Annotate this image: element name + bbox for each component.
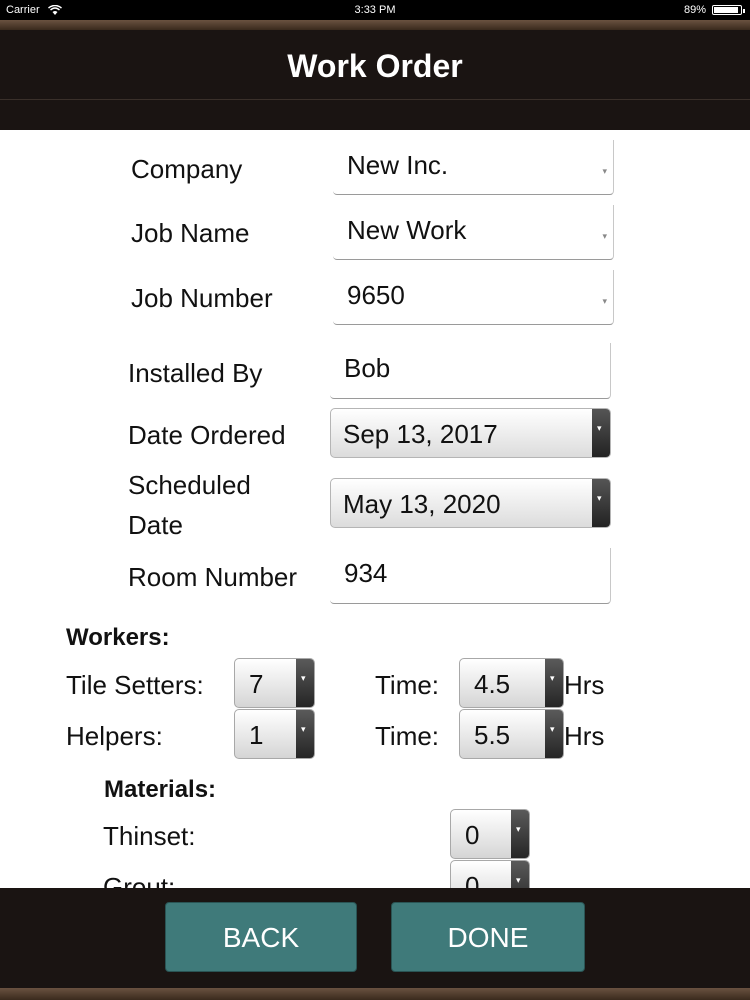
materials-heading: Materials: <box>104 776 217 803</box>
tile-setters-label: Tile Setters: <box>66 670 204 700</box>
back-button[interactable]: BACK <box>165 902 357 972</box>
grout-picker[interactable]: 0 <box>450 860 530 888</box>
helpers-time-picker[interactable]: 5.5 <box>459 709 564 759</box>
header-subbar <box>0 100 750 130</box>
company-value: New Inc. <box>347 150 449 180</box>
done-button[interactable]: DONE <box>391 902 585 972</box>
tile-setters-time-label: Time: <box>375 670 440 700</box>
helpers-label: Helpers: <box>66 721 163 751</box>
footer-toolbar: BACK DONE <box>0 888 750 1000</box>
helpers-unit: Hrs <box>564 721 605 751</box>
tile-setters-count: 7 <box>249 669 264 699</box>
thinset-picker[interactable]: 0 <box>450 809 530 859</box>
tile-setters-time: 4.5 <box>474 669 511 699</box>
chevron-down-icon[interactable] <box>296 659 314 707</box>
scheduled-date-value: May 13, 2020 <box>343 489 501 519</box>
clock: 3:33 PM <box>354 4 396 16</box>
workers-heading: Workers: <box>66 624 170 651</box>
company-select[interactable]: New Inc. ▾ <box>333 140 614 195</box>
chevron-down-icon: ▾ <box>602 231 607 241</box>
helpers-count: 1 <box>249 720 264 750</box>
chevron-down-icon[interactable] <box>296 710 314 758</box>
helpers-count-picker[interactable]: 1 <box>234 709 315 759</box>
chevron-down-icon[interactable] <box>511 861 529 888</box>
installed-by-label: Installed By <box>128 358 263 388</box>
room-number-label: Room Number <box>128 562 298 592</box>
job-name-select[interactable]: New Work ▾ <box>333 205 614 260</box>
grout-label: Grout: <box>103 872 176 888</box>
thinset-label: Thinset: <box>103 821 196 851</box>
job-name-label: Job Name <box>131 218 250 248</box>
date-ordered-picker[interactable]: Sep 13, 2017 <box>330 408 611 458</box>
chevron-down-icon: ▾ <box>602 166 607 176</box>
chevron-down-icon: ▾ <box>602 296 607 306</box>
installed-by-input[interactable]: Bob <box>330 343 611 399</box>
chevron-down-icon[interactable] <box>545 710 563 758</box>
thinset-value: 0 <box>465 820 480 850</box>
job-number-label: Job Number <box>131 283 273 313</box>
tile-setters-unit: Hrs <box>564 670 605 700</box>
company-label: Company <box>131 154 243 184</box>
navigation-header: Work Order <box>0 30 750 100</box>
helpers-time: 5.5 <box>474 720 511 750</box>
scheduled-date-label-line2: Date <box>128 510 183 540</box>
page-title: Work Order <box>287 48 463 84</box>
tile-setters-count-picker[interactable]: 7 <box>234 658 315 708</box>
job-name-value: New Work <box>347 215 467 245</box>
job-number-select[interactable]: 9650 ▾ <box>333 270 614 325</box>
room-number-value: 934 <box>344 558 388 588</box>
installed-by-value: Bob <box>344 353 391 383</box>
date-ordered-label: Date Ordered <box>128 420 286 450</box>
tile-setters-time-picker[interactable]: 4.5 <box>459 658 564 708</box>
date-ordered-value: Sep 13, 2017 <box>343 419 498 449</box>
date-ordered-dropdown-icon[interactable] <box>592 409 610 457</box>
top-stripe <box>0 20 750 30</box>
scheduled-date-label-line1: Scheduled <box>128 470 251 500</box>
room-number-input[interactable]: 934 <box>330 548 611 604</box>
chevron-down-icon[interactable] <box>545 659 563 707</box>
grout-value: 0 <box>465 871 480 888</box>
bottom-stripe <box>0 988 750 1000</box>
chevron-down-icon[interactable] <box>511 810 529 858</box>
scheduled-date-dropdown-icon[interactable] <box>592 479 610 527</box>
battery-percent: 89% <box>683 4 706 16</box>
status-bar: Carrier 3:33 PM 89% <box>0 0 750 20</box>
helpers-time-label: Time: <box>375 721 440 751</box>
scheduled-date-picker[interactable]: May 13, 2020 <box>330 478 611 528</box>
job-number-value: 9650 <box>347 280 405 310</box>
form-content[interactable]: Company New Inc. ▾ Job Name New Work ▾ J… <box>0 130 750 888</box>
battery-icon <box>712 5 745 15</box>
